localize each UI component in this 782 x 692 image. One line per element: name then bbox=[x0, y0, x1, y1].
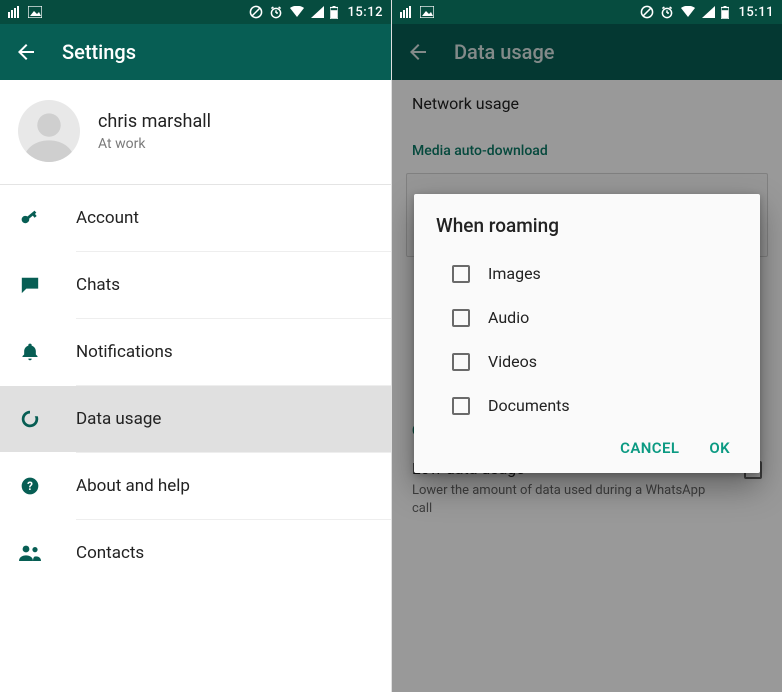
settings-item-label: About and help bbox=[76, 476, 190, 496]
do-not-disturb-icon bbox=[249, 5, 263, 19]
dialog-option-videos[interactable]: Videos bbox=[436, 339, 738, 383]
settings-item-label: Data usage bbox=[76, 409, 161, 429]
settings-item-data-usage[interactable]: Data usage bbox=[0, 386, 391, 452]
data-icon bbox=[18, 407, 42, 431]
dialog-title: When roaming bbox=[436, 214, 738, 237]
status-bar-left bbox=[8, 6, 42, 18]
settings-item-label: Chats bbox=[76, 275, 120, 295]
dialog-option-audio[interactable]: Audio bbox=[436, 295, 738, 339]
dialog-option-images[interactable]: Images bbox=[436, 251, 738, 295]
dialog-option-label: Audio bbox=[488, 308, 529, 327]
settings-item-notifications[interactable]: Notifications bbox=[0, 319, 391, 385]
dialog-actions: CANCEL OK bbox=[436, 427, 738, 465]
status-bar-time: 15:11 bbox=[739, 5, 774, 20]
settings-item-chats[interactable]: Chats bbox=[0, 252, 391, 318]
avatar bbox=[18, 100, 80, 162]
key-icon bbox=[18, 206, 42, 230]
wifi-icon bbox=[289, 6, 305, 18]
checkbox[interactable] bbox=[452, 397, 470, 415]
help-icon: ? bbox=[18, 474, 42, 498]
checkbox[interactable] bbox=[452, 265, 470, 283]
back-arrow-icon[interactable] bbox=[14, 40, 38, 64]
signal-bars-icon bbox=[400, 6, 414, 18]
chat-icon bbox=[18, 273, 42, 297]
dialog-option-label: Videos bbox=[488, 352, 537, 371]
checkbox[interactable] bbox=[452, 353, 470, 371]
settings-list: Account Chats Notifications Data usage? Abou… bbox=[0, 185, 391, 586]
profile-name: chris marshall bbox=[98, 111, 211, 132]
bell-icon bbox=[18, 340, 42, 364]
phone-right-data-usage: 15:11 Data usage Network usage Media aut… bbox=[391, 0, 782, 692]
settings-item-account[interactable]: Account bbox=[0, 185, 391, 251]
contacts-icon bbox=[18, 541, 42, 565]
when-roaming-dialog: When roaming ImagesAudioVideosDocuments … bbox=[414, 194, 760, 473]
phone-left-settings: 15:12 Settings chris marshall At work Ac… bbox=[0, 0, 391, 692]
wifi-icon bbox=[680, 6, 696, 18]
status-bar: 15:12 bbox=[0, 0, 391, 24]
dialog-option-label: Images bbox=[488, 264, 541, 283]
app-bar-title: Settings bbox=[62, 40, 136, 64]
settings-item-contacts[interactable]: Contacts bbox=[0, 520, 391, 586]
do-not-disturb-icon bbox=[640, 5, 654, 19]
status-bar-right: 15:12 bbox=[249, 5, 383, 20]
battery-icon bbox=[721, 6, 729, 19]
settings-item-label: Notifications bbox=[76, 342, 173, 362]
status-bar: 15:11 bbox=[392, 0, 782, 24]
image-icon bbox=[28, 6, 42, 18]
alarm-icon bbox=[660, 5, 674, 19]
profile-text: chris marshall At work bbox=[98, 111, 211, 152]
status-bar-right: 15:11 bbox=[640, 5, 774, 20]
dialog-option-label: Documents bbox=[488, 396, 570, 415]
signal-bars-icon bbox=[8, 6, 22, 18]
profile-status: At work bbox=[98, 136, 211, 152]
battery-icon bbox=[330, 6, 338, 19]
dialog-option-documents[interactable]: Documents bbox=[436, 383, 738, 427]
app-bar: Settings bbox=[0, 24, 391, 80]
alarm-icon bbox=[269, 5, 283, 19]
status-bar-time: 15:12 bbox=[348, 5, 383, 20]
status-bar-left bbox=[400, 6, 434, 18]
settings-item-about-and-help[interactable]: ? About and help bbox=[0, 453, 391, 519]
settings-item-label: Account bbox=[76, 208, 139, 228]
settings-item-label: Contacts bbox=[76, 543, 144, 563]
dialog-ok-button[interactable]: OK bbox=[709, 439, 730, 457]
svg-text:?: ? bbox=[27, 479, 33, 493]
dialog-cancel-button[interactable]: CANCEL bbox=[620, 439, 679, 457]
image-icon bbox=[420, 6, 434, 18]
profile-row[interactable]: chris marshall At work bbox=[0, 80, 391, 184]
checkbox[interactable] bbox=[452, 309, 470, 327]
cell-signal-icon bbox=[702, 6, 715, 18]
cell-signal-icon bbox=[311, 6, 324, 18]
